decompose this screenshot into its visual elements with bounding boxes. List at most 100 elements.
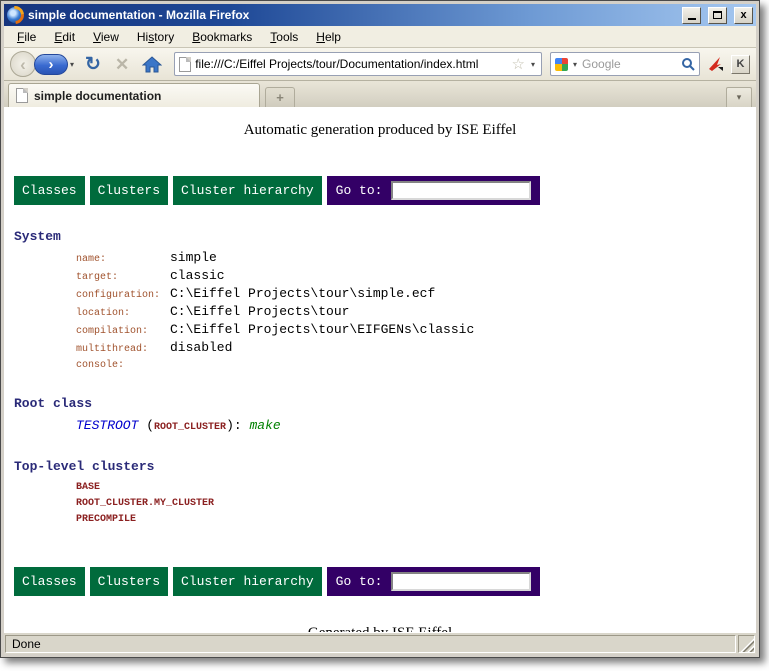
system-row-value: simple [170, 250, 474, 268]
new-tab-button[interactable]: + [265, 87, 295, 107]
system-row-label: console: [76, 358, 170, 374]
open-paren: ( [146, 418, 154, 433]
page-content: Automatic generation produced by ISE Eif… [4, 108, 756, 632]
menu-bookmarks[interactable]: Bookmarks [183, 27, 261, 47]
clusters-button[interactable]: Clusters [90, 176, 168, 205]
close-paren: ): [226, 418, 242, 433]
menu-file[interactable]: File [8, 27, 45, 47]
system-row-label: compilation: [76, 322, 170, 340]
k-toolbar-button[interactable]: K [731, 55, 750, 74]
root-class-line: TESTROOT (ROOT_CLUSTER): make [76, 417, 756, 437]
doc-header: Automatic generation produced by ISE Eif… [4, 122, 756, 139]
system-row-label: name: [76, 250, 170, 268]
generated-line: -- Generated by ISE Eiffel -- [4, 623, 756, 632]
clusters-heading: Top-level clusters [14, 459, 756, 474]
system-row-value: C:\Eiffel Projects\tour\simple.ecf [170, 286, 474, 304]
google-icon [555, 58, 568, 71]
goto-input[interactable] [391, 181, 531, 200]
history-dropdown-icon[interactable]: ▾ [68, 60, 76, 69]
system-heading: System [14, 229, 756, 244]
firefox-window: simple documentation - Mozilla Firefox x… [0, 0, 760, 658]
table-row: location:C:\Eiffel Projects\tour [76, 304, 474, 322]
tab-list-dropdown-button[interactable]: ▾ [726, 87, 752, 107]
search-box[interactable]: ▾ [550, 52, 700, 76]
classes-button-bottom[interactable]: Classes [14, 567, 85, 596]
system-row-value: disabled [170, 340, 474, 358]
cluster-list: BASE ROOT_CLUSTER.MY_CLUSTER PRECOMPILE [76, 480, 756, 528]
menu-help[interactable]: Help [307, 27, 350, 47]
back-icon: ‹ [20, 56, 26, 73]
root-class-heading: Root class [14, 396, 756, 411]
system-row-value: classic [170, 268, 474, 286]
home-button[interactable] [138, 56, 166, 73]
list-item[interactable]: ROOT_CLUSTER.MY_CLUSTER [76, 496, 756, 512]
table-row: configuration:C:\Eiffel Projects\tour\si… [76, 286, 474, 304]
reload-button[interactable]: ↻ [80, 55, 106, 74]
root-cluster-link[interactable]: ROOT_CLUSTER [154, 422, 226, 433]
firefox-icon [7, 7, 23, 23]
tab-page-icon [16, 88, 28, 103]
status-bar: Done [4, 632, 756, 654]
minimize-button[interactable] [682, 7, 701, 24]
clusters-button-bottom[interactable]: Clusters [90, 567, 168, 596]
goto-label: Go to: [336, 183, 383, 198]
classes-button[interactable]: Classes [14, 176, 85, 205]
url-dropdown-icon[interactable]: ▾ [529, 60, 537, 69]
title-bar[interactable]: simple documentation - Mozilla Firefox x [4, 4, 756, 26]
system-row-label: target: [76, 268, 170, 286]
url-input[interactable] [195, 57, 507, 71]
table-row: target:classic [76, 268, 474, 286]
kaspersky-icon[interactable] [704, 56, 727, 72]
home-icon [142, 56, 162, 73]
window-title: simple documentation - Mozilla Firefox [28, 8, 675, 22]
search-magnifier-icon[interactable] [681, 57, 695, 71]
stop-button[interactable]: ✕ [110, 56, 134, 73]
tab-label: simple documentation [34, 89, 161, 103]
kaspersky-glyph-icon [707, 56, 724, 72]
list-item[interactable]: PRECOMPILE [76, 512, 756, 528]
reload-icon: ↻ [85, 54, 101, 75]
search-input[interactable] [582, 57, 678, 71]
goto-label-bottom: Go to: [336, 574, 383, 589]
goto-box: Go to: [327, 176, 541, 205]
system-row-label: configuration: [76, 286, 170, 304]
goto-input-bottom[interactable] [391, 572, 531, 591]
search-engine-dropdown-icon[interactable]: ▾ [571, 60, 579, 69]
cluster-hierarchy-button-bottom[interactable]: Cluster hierarchy [173, 567, 322, 596]
system-row-value: C:\Eiffel Projects\tour [170, 304, 474, 322]
forward-icon: › [49, 57, 54, 72]
back-button[interactable]: ‹ [10, 51, 36, 77]
goto-box-bottom: Go to: [327, 567, 541, 596]
close-icon: x [740, 10, 746, 21]
bookmark-star-icon[interactable]: ☆ [512, 57, 525, 72]
close-button[interactable]: x [734, 7, 753, 24]
system-row-label: multithread: [76, 340, 170, 358]
system-row-label: location: [76, 304, 170, 322]
page-icon [179, 57, 191, 72]
menu-history[interactable]: History [128, 27, 183, 47]
minimize-icon [688, 18, 696, 20]
table-row: multithread:disabled [76, 340, 474, 358]
tab-simple-documentation[interactable]: simple documentation [8, 83, 260, 107]
table-row: compilation:C:\Eiffel Projects\tour\EIFG… [76, 322, 474, 340]
forward-group: › ▾ [34, 54, 76, 75]
navigation-toolbar: ‹ › ▾ ↻ ✕ ☆ ▾ ▾ [4, 48, 756, 81]
table-row: console: [76, 358, 474, 374]
url-bar[interactable]: ☆ ▾ [174, 52, 542, 76]
doc-nav-row-bottom: Classes Clusters Cluster hierarchy Go to… [14, 567, 756, 596]
creation-procedure-link[interactable]: make [249, 418, 280, 433]
stop-icon: ✕ [115, 55, 129, 74]
maximize-icon [713, 11, 722, 19]
system-table: name:simple target:classic configuration… [76, 250, 474, 374]
menu-edit[interactable]: Edit [45, 27, 84, 47]
system-row-value [170, 358, 474, 374]
root-class-link[interactable]: TESTROOT [76, 418, 138, 433]
system-row-value: C:\Eiffel Projects\tour\EIFGENs\classic [170, 322, 474, 340]
menu-tools[interactable]: Tools [261, 27, 307, 47]
menu-view[interactable]: View [84, 27, 128, 47]
resize-grip[interactable] [738, 635, 755, 653]
forward-button[interactable]: › [34, 54, 68, 75]
cluster-hierarchy-button[interactable]: Cluster hierarchy [173, 176, 322, 205]
list-item[interactable]: BASE [76, 480, 756, 496]
maximize-button[interactable] [708, 7, 727, 24]
